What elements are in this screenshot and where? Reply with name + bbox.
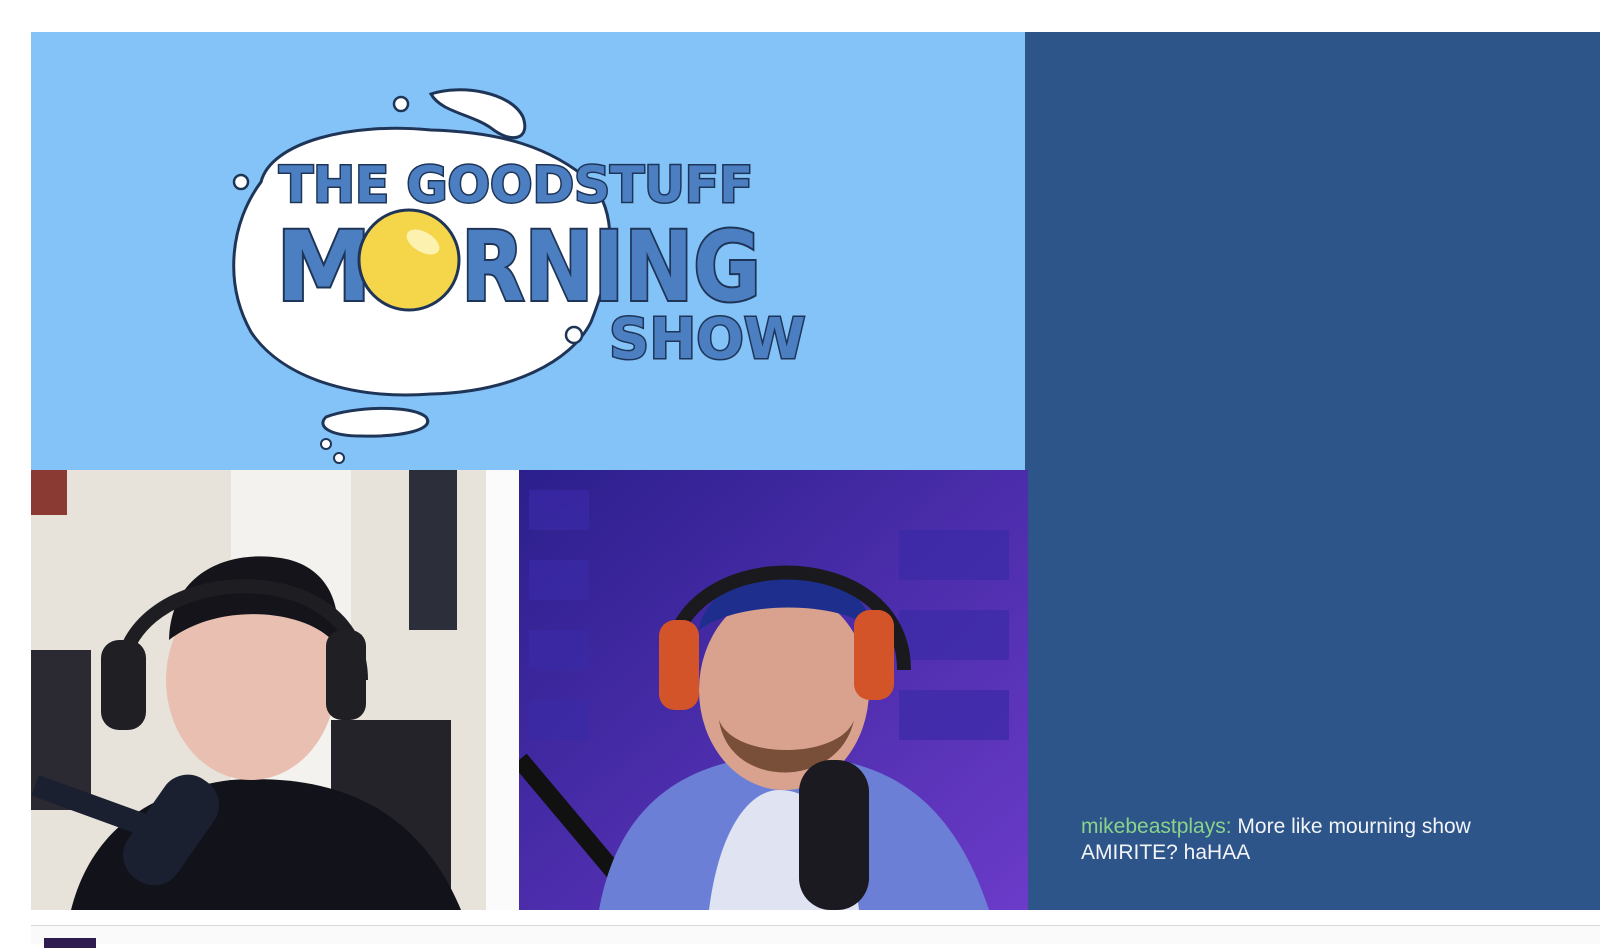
logo-line-morning-m: M [276, 211, 372, 323]
stream-player[interactable]: THE GOODSTUFF M RNING SHOW mikebeastplay… [31, 32, 1600, 910]
webcam-host-right [519, 470, 1028, 910]
chat-overlay-message: mikebeastplays: More like mourning show … [1081, 814, 1541, 866]
person-headset-icon [31, 470, 519, 910]
channel-info-bar [31, 925, 1600, 948]
egg-yolk-icon [357, 208, 461, 312]
show-logo: THE GOODSTUFF M RNING SHOW [232, 88, 807, 464]
webcam-host-left [31, 470, 519, 910]
show-logo-panel: THE GOODSTUFF M RNING SHOW [31, 32, 1025, 470]
chat-username: mikebeastplays: [1081, 815, 1232, 838]
logo-line-show: SHOW [609, 307, 806, 372]
person-headset-icon [519, 470, 1028, 910]
channel-avatar[interactable] [44, 938, 96, 948]
logo-line-the-goodstuff: THE GOODSTUFF [279, 156, 753, 214]
